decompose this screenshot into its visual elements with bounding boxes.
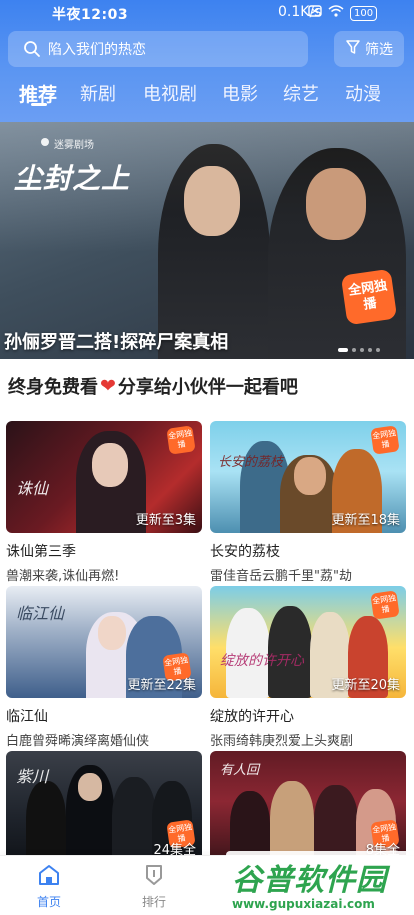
update-status: 更新至22集: [127, 678, 196, 693]
show-card[interactable]: 紫川 全网独播 24集全: [6, 751, 202, 863]
banner-figure-left: [158, 144, 270, 359]
show-description: 张雨绮韩庚烈爱上头爽剧: [210, 734, 354, 749]
tab-anime[interactable]: 动漫: [345, 80, 381, 106]
banner-caption: 孙俪罗晋二搭!探碎尸案真相: [4, 332, 229, 353]
watermark-url: www.gupuxiazai.com: [232, 897, 375, 911]
show-title[interactable]: 临江仙: [6, 706, 202, 726]
carousel-dot[interactable]: [338, 348, 348, 352]
carousel-dot[interactable]: [376, 348, 380, 352]
promo-text-after: 分享给小伙伴一起看吧: [117, 377, 298, 398]
poster-title-art: 有人回: [220, 763, 260, 778]
home-icon: [37, 864, 61, 889]
category-tabs: 推荐 新剧 电视剧 电影 综艺 动漫: [0, 74, 414, 114]
poster-title-art: 绽放的许开心: [220, 653, 304, 669]
site-watermark: 谷普软件园 www.gupuxiazai.com: [226, 851, 414, 915]
nav-home-label: 首页: [36, 895, 61, 909]
banner-figure-right: [268, 148, 406, 359]
filter-label: 筛选: [365, 42, 393, 58]
tab-movies[interactable]: 电影: [222, 80, 258, 106]
poster-title-art: 诛仙: [16, 479, 49, 498]
status-bar: 半夜12:03 0.1K/s 100: [0, 0, 414, 26]
show-description: 雷佳音岳云鹏千里"荔"劫: [210, 569, 352, 584]
filter-icon: [345, 39, 361, 59]
search-input[interactable]: 陷入我们的热恋: [8, 31, 308, 67]
update-status: 更新至20集: [331, 678, 400, 693]
poster-title-art: 临江仙: [16, 604, 65, 623]
status-icons: 100: [308, 5, 378, 21]
show-poster[interactable]: 紫川 全网独播 24集全: [6, 751, 202, 863]
show-card[interactable]: 绽放的许开心 全网独播 更新至20集 绽放的许开心 张雨绮韩庚烈爱上头爽剧: [210, 586, 406, 749]
carousel-dot[interactable]: [368, 348, 372, 352]
update-status: 更新至3集: [135, 513, 196, 528]
heart-icon: ❤: [100, 375, 116, 397]
show-title[interactable]: 绽放的许开心: [210, 706, 406, 726]
show-card[interactable]: 有人回 全网独播 8集全: [210, 751, 406, 863]
show-logo-text: 尘封之上: [14, 162, 131, 195]
ranking-icon: [143, 864, 165, 889]
show-description: 兽潮来袭,诛仙再燃!: [6, 569, 120, 584]
banner-carousel[interactable]: 迷雾剧场 尘封之上 全网独播 孙俪罗晋二搭!探碎尸案真相: [0, 122, 414, 359]
nav-ranking-label: 排行: [141, 895, 166, 909]
filter-button[interactable]: 筛选: [334, 31, 404, 67]
nav-home[interactable]: 首页: [19, 864, 79, 910]
battery-icon: 100: [350, 5, 378, 21]
share-promo[interactable]: 终身免费看 ❤ 分享给小伙伴一起看吧: [8, 373, 298, 399]
brand-icon: [40, 137, 50, 150]
search-placeholder: 陷入我们的热恋: [48, 42, 146, 58]
poster-title-art: 紫川: [16, 767, 49, 786]
show-poster[interactable]: 临江仙 全网独播 更新至22集: [6, 586, 202, 698]
tab-tv-series[interactable]: 电视剧: [143, 80, 197, 106]
wifi-icon: [328, 5, 344, 21]
active-tab-indicator: [31, 103, 47, 106]
carousel-dot[interactable]: [352, 348, 356, 352]
brand-label: 迷雾剧场: [40, 136, 130, 151]
poster-title-art: 长安的荔枝: [218, 455, 284, 470]
show-description: 白鹿曾舜晞演绎离婚仙侠: [6, 734, 150, 749]
show-poster[interactable]: 诛仙 全网独播 更新至3集: [6, 421, 202, 533]
sim-off-icon: [308, 5, 322, 21]
carousel-dots: [338, 348, 380, 352]
exclusive-badge: 全网独播: [340, 268, 398, 326]
search-icon: [16, 40, 48, 58]
carousel-dot[interactable]: [360, 348, 364, 352]
show-poster[interactable]: 长安的荔枝 全网独播 更新至18集: [210, 421, 406, 533]
tab-variety[interactable]: 综艺: [283, 80, 319, 106]
nav-ranking[interactable]: 排行: [124, 864, 184, 910]
show-card[interactable]: 临江仙 全网独播 更新至22集 临江仙 白鹿曾舜晞演绎离婚仙侠: [6, 586, 202, 749]
tab-new-drama[interactable]: 新剧: [80, 80, 116, 106]
status-time: 半夜12:03: [52, 7, 129, 23]
show-poster[interactable]: 绽放的许开心 全网独播 更新至20集: [210, 586, 406, 698]
header: 半夜12:03 0.1K/s 100 陷入我们的热恋 筛选 推荐 新剧 电视剧 …: [0, 0, 414, 122]
show-card[interactable]: 诛仙 全网独播 更新至3集 诛仙第三季 兽潮来袭,诛仙再燃!: [6, 421, 202, 584]
promo-text-before: 终身免费看: [8, 377, 98, 398]
exclusive-tag: 全网独播: [370, 590, 400, 620]
show-title[interactable]: 长安的荔枝: [210, 541, 406, 561]
show-poster[interactable]: 有人回 全网独播 8集全: [210, 751, 406, 863]
show-card[interactable]: 长安的荔枝 全网独播 更新至18集 长安的荔枝 雷佳音岳云鹏千里"荔"劫: [210, 421, 406, 584]
watermark-title: 谷普软件园: [232, 863, 387, 898]
show-title[interactable]: 诛仙第三季: [6, 541, 202, 561]
update-status: 更新至18集: [331, 513, 400, 528]
show-logo: 迷雾剧场 尘封之上: [14, 136, 130, 197]
exclusive-tag: 全网独播: [166, 425, 196, 455]
exclusive-tag: 全网独播: [370, 425, 400, 455]
